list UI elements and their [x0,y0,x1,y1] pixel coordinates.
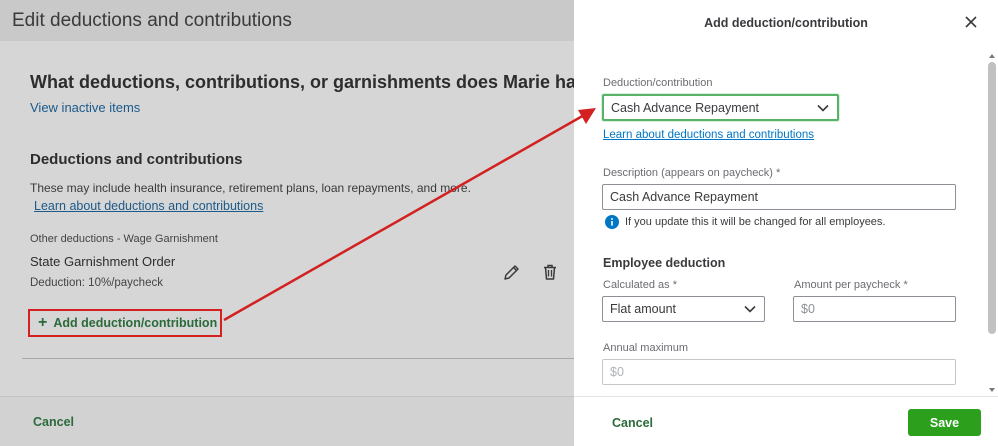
drawer-title: Add deduction/contribution [704,16,868,30]
add-deduction-label: Add deduction/contribution [53,316,218,330]
item-category: Other deductions - Wage Garnishment [30,233,218,245]
annual-max-label: Annual maximum [603,342,688,354]
page-footer: Cancel [0,396,574,446]
scroll-up-arrow[interactable] [988,48,996,58]
description-label: Description (appears on paycheck) * [603,167,781,179]
deductions-question: What deductions, contributions, or garni… [30,72,608,92]
drawer-cancel-button[interactable]: Cancel [612,416,653,430]
drawer-footer: Cancel Save [574,396,998,446]
deduction-select[interactable]: Cash Advance Repayment [602,94,839,121]
info-text: If you update this it will be changed fo… [625,216,886,228]
edit-deductions-page: Edit deductions and contributions What d… [0,0,607,446]
amount-input[interactable]: $0 [793,296,956,322]
annual-max-input[interactable]: $0 [602,359,956,385]
page-title: Edit deductions and contributions [12,10,292,31]
annual-max-placeholder: $0 [610,365,624,379]
chevron-down-icon [817,104,829,112]
deduction-label: Deduction/contribution [603,77,713,89]
section-description: These may include health insurance, reti… [30,181,471,195]
calculated-as-select[interactable]: Flat amount [602,296,765,322]
close-icon[interactable] [963,14,979,30]
section-heading: Deductions and contributions [30,151,243,168]
chevron-down-icon [744,305,756,313]
save-button[interactable]: Save [908,409,981,436]
drawer-scrollbar[interactable] [988,62,996,334]
amount-label: Amount per paycheck * [794,279,908,291]
pencil-icon[interactable] [503,263,521,281]
page-cancel-button[interactable]: Cancel [33,415,74,429]
plus-icon: + [38,314,48,331]
item-name: State Garnishment Order [30,254,176,269]
learn-deductions-link[interactable]: Learn about deductions and contributions [34,199,263,213]
employee-deduction-heading: Employee deduction [603,256,726,270]
learn-deductions-link[interactable]: Learn about deductions and contributions [603,129,814,141]
page-header: Edit deductions and contributions [0,0,574,41]
deduction-select-value: Cash Advance Repayment [611,100,760,115]
trash-icon[interactable] [541,263,559,281]
item-detail: Deduction: 10%/paycheck [30,277,163,289]
add-deduction-button[interactable]: + Add deduction/contribution [28,309,222,337]
calculated-as-label: Calculated as * [603,279,677,291]
description-value: Cash Advance Repayment [610,190,759,204]
add-deduction-drawer: Add deduction/contribution Deduction/con… [574,0,998,446]
scroll-down-arrow[interactable] [988,382,996,392]
view-inactive-link[interactable]: View inactive items [30,100,140,115]
amount-placeholder: $0 [801,302,815,316]
section-divider [22,358,574,359]
info-icon [605,215,619,229]
description-input[interactable]: Cash Advance Repayment [602,184,956,210]
calculated-as-value: Flat amount [610,302,677,316]
